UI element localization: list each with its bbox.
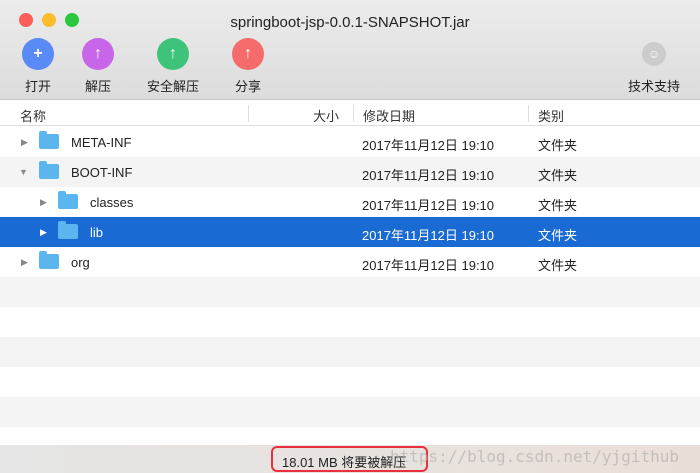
support-icon: ☺: [642, 42, 666, 66]
table-row[interactable]: ▼ BOOT-INF 2017年11月12日 19:10 文件夹: [0, 157, 700, 187]
folder-icon: [39, 131, 59, 149]
file-kind: 文件夹: [538, 258, 578, 273]
file-name: org: [71, 255, 90, 270]
column-size[interactable]: 大小: [313, 106, 339, 125]
safe-extract-label: 安全解压: [146, 79, 199, 94]
folder-icon: [39, 161, 59, 179]
table-row[interactable]: ▶ org 2017年11月12日 19:10 文件夹: [0, 247, 700, 277]
column-kind[interactable]: 类别: [538, 106, 564, 125]
support-button[interactable]: ☺ 技术支持: [619, 38, 689, 95]
disclosure-triangle-icon[interactable]: ▶: [40, 197, 47, 208]
column-header: 名称 大小 修改日期 类别: [0, 101, 700, 126]
support-label: 技术支持: [627, 79, 680, 94]
file-date: 2017年11月12日 19:10: [362, 138, 495, 153]
empty-row: [0, 307, 700, 337]
window-title: springboot-jsp-0.0.1-SNAPSHOT.jar: [230, 14, 470, 31]
empty-row: [0, 367, 700, 397]
extract-label: 解压: [84, 79, 111, 94]
table-row[interactable]: ▶ classes 2017年11月12日 19:10 文件夹: [0, 187, 700, 217]
file-date: 2017年11月12日 19:10: [362, 168, 495, 183]
safe-extract-button[interactable]: ↑ 安全解压: [138, 38, 208, 95]
watermark: https://blog.csdn.net/yjgithub: [390, 447, 679, 466]
open-icon: +: [22, 38, 54, 70]
column-date[interactable]: 修改日期: [363, 106, 415, 125]
file-name: BOOT-INF: [71, 165, 133, 180]
file-kind: 文件夹: [538, 138, 578, 153]
file-date: 2017年11月12日 19:10: [362, 228, 495, 243]
disclosure-triangle-icon[interactable]: ▶: [21, 257, 28, 268]
file-name: META-INF: [71, 135, 132, 150]
file-kind: 文件夹: [538, 228, 578, 243]
empty-row: [0, 397, 700, 427]
extract-icon: ↑: [82, 38, 114, 70]
shield-icon: ↑: [157, 38, 189, 70]
folder-icon: [39, 251, 59, 269]
empty-row: [0, 277, 700, 307]
share-button[interactable]: ↑ 分享: [213, 38, 283, 95]
table-row-selected[interactable]: ▶ lib 2017年11月12日 19:10 文件夹: [0, 217, 700, 247]
share-label: 分享: [234, 79, 261, 94]
file-name: classes: [90, 195, 134, 210]
column-name[interactable]: 名称: [20, 106, 46, 125]
folder-icon: [58, 221, 78, 239]
file-date: 2017年11月12日 19:10: [362, 258, 495, 273]
file-date: 2017年11月12日 19:10: [362, 198, 495, 213]
empty-row: [0, 337, 700, 367]
file-kind: 文件夹: [538, 198, 578, 213]
disclosure-triangle-icon[interactable]: ▼: [19, 167, 28, 177]
file-name: lib: [90, 225, 104, 240]
share-icon: ↑: [232, 38, 264, 70]
folder-icon: [58, 191, 78, 209]
file-list: ▶ META-INF 2017年11月12日 19:10 文件夹 ▼ BOOT-…: [0, 127, 700, 457]
disclosure-triangle-icon[interactable]: ▶: [40, 227, 47, 238]
extract-button[interactable]: ↑ 解压: [63, 38, 133, 95]
table-row[interactable]: ▶ META-INF 2017年11月12日 19:10 文件夹: [0, 127, 700, 157]
file-kind: 文件夹: [538, 168, 578, 183]
title-bar: springboot-jsp-0.0.1-SNAPSHOT.jar + 打开 ↑…: [0, 0, 700, 100]
disclosure-triangle-icon[interactable]: ▶: [21, 137, 28, 148]
